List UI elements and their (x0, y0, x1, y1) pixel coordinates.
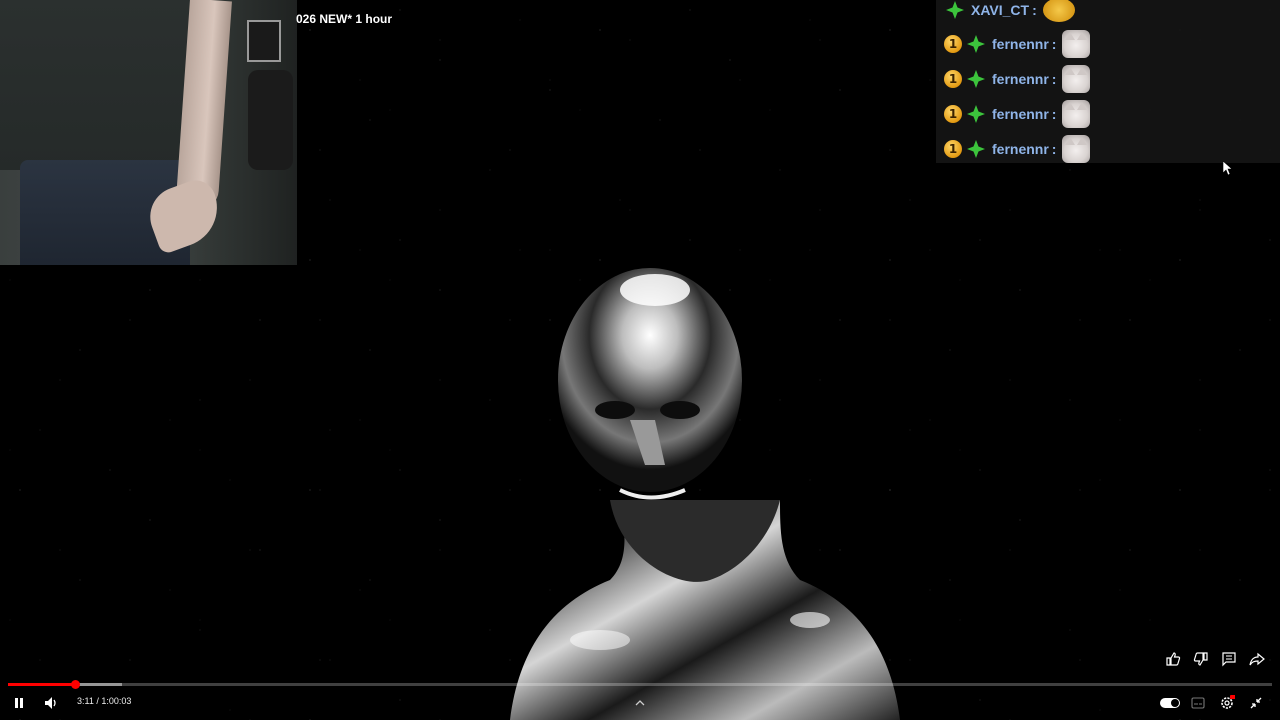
chat-colon: : (1051, 36, 1057, 52)
progress-bar[interactable] (8, 680, 1272, 689)
expand-panel-button[interactable] (632, 696, 648, 710)
chat-message: XAVI_CT: (944, 0, 1075, 23)
one-badge-icon: 1 (944, 35, 962, 53)
star-badge-icon (965, 103, 987, 125)
chrome-figure-image (510, 268, 900, 720)
one-badge-icon: 1 (944, 70, 962, 88)
chat-colon: : (1051, 106, 1057, 122)
time-display: 3:11 / 1:00:03 (77, 696, 132, 706)
chat-username: fernennr (992, 141, 1049, 157)
cat-emote (1062, 65, 1091, 93)
chat-username: fernennr (992, 71, 1049, 87)
comments-icon (1222, 652, 1236, 667)
pepe-emote (1042, 0, 1075, 22)
chat-message: 1 fernennr: (944, 65, 1091, 93)
exit-fullscreen-icon (1250, 697, 1262, 709)
one-badge-icon: 1 (944, 140, 962, 158)
webcam-overlay (0, 0, 297, 265)
chat-colon: : (1051, 71, 1057, 87)
webcam-picture-frame (247, 20, 281, 62)
chat-username: XAVI_CT (971, 2, 1030, 18)
settings-button[interactable] (1217, 694, 1237, 712)
settings-icon (1221, 695, 1235, 709)
chat-message: 1 fernennr: (944, 30, 1091, 58)
video-player[interactable]: 026 NEW* 1 hour XAVI_CT: 1 fernennr: 1 f… (0, 0, 1280, 720)
autoplay-toggle[interactable] (1158, 696, 1182, 710)
subtitles-icon (1191, 697, 1205, 709)
chat-username: fernennr (992, 36, 1049, 52)
autoplay-toggle-switch[interactable] (1160, 698, 1180, 708)
webcam-gaming-chair (248, 70, 293, 170)
chat-colon: : (1051, 141, 1057, 157)
like-icon (1166, 652, 1181, 666)
player-controls: 3:11 / 1:00:03 (0, 690, 1280, 716)
chat-message: 1 fernennr: (944, 100, 1091, 128)
progress-scrubber[interactable] (70, 680, 80, 689)
video-actions (1164, 650, 1266, 668)
comments-button[interactable] (1220, 650, 1238, 668)
chat-username: fernennr (992, 106, 1049, 122)
share-icon (1249, 652, 1265, 666)
like-button[interactable] (1164, 650, 1182, 668)
exit-fullscreen-button[interactable] (1247, 695, 1265, 711)
volume-icon (45, 697, 56, 709)
pause-button[interactable] (10, 695, 28, 711)
mouse-cursor-icon (1223, 161, 1233, 176)
volume-button[interactable] (42, 695, 60, 711)
star-badge-icon (965, 68, 987, 90)
share-button[interactable] (1248, 650, 1266, 668)
cat-emote (1062, 100, 1091, 128)
pause-icon (15, 698, 23, 708)
star-badge-icon (944, 0, 966, 21)
one-badge-icon: 1 (944, 105, 962, 123)
dislike-icon (1193, 652, 1208, 666)
chevron-up-icon (635, 700, 645, 706)
cat-emote (1062, 135, 1091, 163)
dislike-button[interactable] (1192, 650, 1210, 668)
chat-colon: : (1032, 2, 1037, 18)
chat-message: 1 fernennr: (944, 135, 1091, 163)
webcam-person-shirt (0, 0, 200, 170)
star-badge-icon (965, 138, 987, 160)
cat-emote (1062, 30, 1091, 58)
video-title: 026 NEW* 1 hour (296, 12, 393, 26)
progress-played (8, 683, 75, 686)
subtitles-button[interactable] (1189, 695, 1207, 711)
star-badge-icon (965, 33, 987, 55)
chat-overlay: XAVI_CT: 1 fernennr: 1 fernennr: 1 ferne… (936, 0, 1280, 163)
